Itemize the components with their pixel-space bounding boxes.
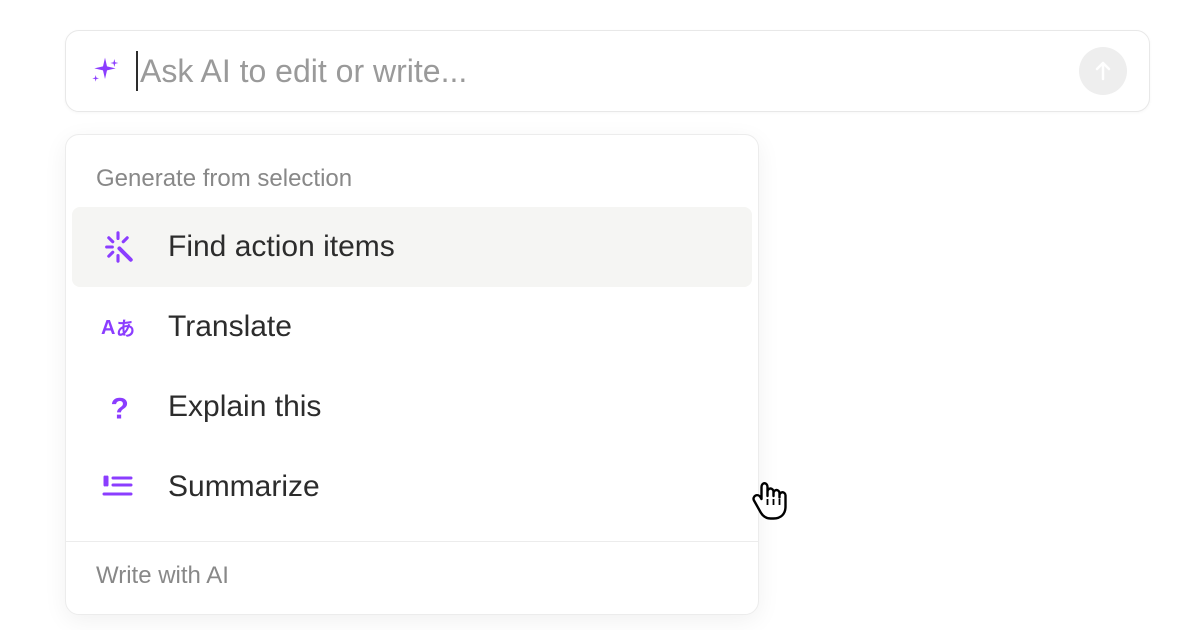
send-button[interactable] xyxy=(1079,47,1127,95)
menu-item-label: Find action items xyxy=(168,230,395,264)
summarize-icon xyxy=(96,465,140,509)
ai-input-bar[interactable]: Ask AI to edit or write... xyxy=(65,30,1150,112)
svg-text:A: A xyxy=(101,317,115,339)
menu-item-label: Explain this xyxy=(168,390,321,424)
menu-item-explain-this[interactable]: ? Explain this xyxy=(66,367,758,447)
svg-text:あ: あ xyxy=(116,318,135,340)
magic-wand-icon xyxy=(96,225,140,269)
question-icon: ? xyxy=(96,385,140,429)
section-label-generate: Generate from selection xyxy=(66,157,758,207)
menu-item-find-action-items[interactable]: Find action items xyxy=(72,207,752,287)
ai-input-placeholder[interactable]: Ask AI to edit or write... xyxy=(140,53,1079,90)
sparkle-icon xyxy=(88,54,122,88)
text-caret xyxy=(136,51,138,91)
svg-text:?: ? xyxy=(111,392,129,422)
translate-icon: A あ xyxy=(96,305,140,349)
menu-item-label: Summarize xyxy=(168,470,320,504)
section-label-write: Write with AI xyxy=(66,542,758,614)
ai-actions-dropdown: Generate from selection Find action item… xyxy=(65,134,759,615)
menu-item-summarize[interactable]: Summarize xyxy=(66,447,758,527)
menu-item-label: Translate xyxy=(168,310,292,344)
arrow-up-icon xyxy=(1091,59,1115,83)
menu-item-translate[interactable]: A あ Translate xyxy=(66,287,758,367)
